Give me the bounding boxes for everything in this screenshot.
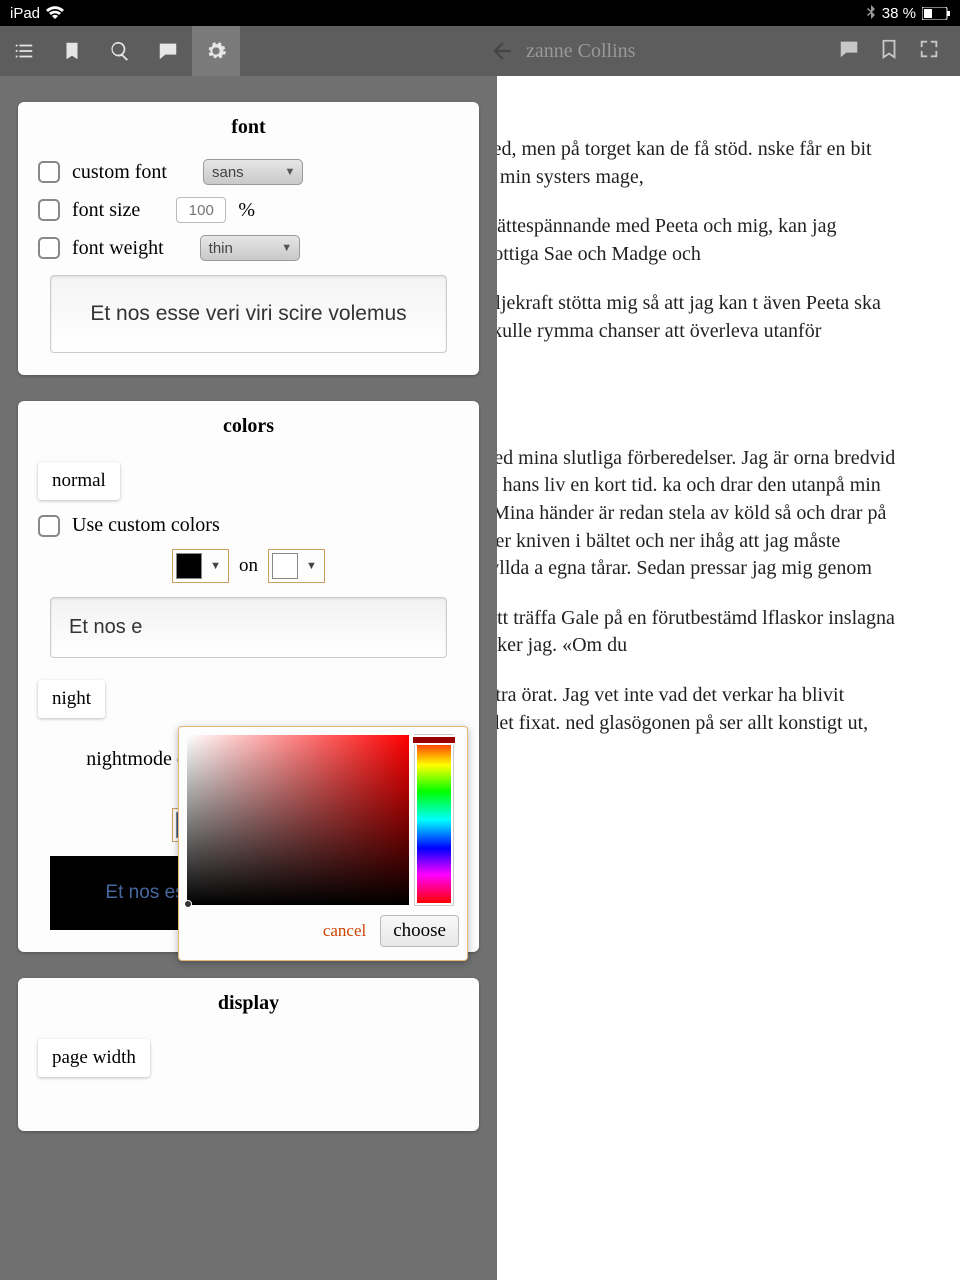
- page-width-chip[interactable]: page width: [38, 1039, 150, 1077]
- font-size-label: font size: [72, 199, 140, 222]
- author-label: zanne Collins: [526, 40, 635, 63]
- bookmark-outline-icon[interactable]: [878, 38, 900, 65]
- custom-colors-label: Use custom colors: [72, 514, 220, 537]
- wifi-icon: [46, 6, 64, 20]
- custom-font-label: custom font: [72, 161, 167, 184]
- font-title: font: [36, 116, 461, 139]
- toolbar: zanne Collins: [0, 26, 960, 76]
- font-card: font custom font sans ▼ font size % font…: [18, 102, 479, 375]
- cancel-button[interactable]: cancel: [323, 921, 366, 941]
- chevron-down-icon: ▼: [281, 242, 293, 254]
- search-button[interactable]: [96, 26, 144, 76]
- colors-title: colors: [36, 415, 461, 438]
- toc-button[interactable]: [0, 26, 48, 76]
- bg-swatch: [272, 553, 298, 579]
- choose-button[interactable]: choose: [380, 915, 459, 947]
- font-family-value: sans: [212, 164, 244, 181]
- on-label: on: [239, 555, 258, 577]
- annotations-icon[interactable]: [838, 38, 860, 65]
- font-size-checkbox[interactable]: [38, 199, 60, 221]
- comments-button[interactable]: [144, 26, 192, 76]
- display-card: display page width: [18, 978, 479, 1131]
- colors-preview: Et nos e: [50, 597, 447, 658]
- bg-color-select[interactable]: ▼: [268, 549, 325, 583]
- fg-color-select[interactable]: ▼: [172, 549, 229, 583]
- sv-gradient[interactable]: [187, 735, 409, 905]
- font-weight-value: thin: [209, 240, 233, 257]
- font-weight-checkbox[interactable]: [38, 237, 60, 259]
- settings-button[interactable]: [192, 26, 240, 76]
- custom-colors-checkbox[interactable]: [38, 515, 60, 537]
- font-size-input[interactable]: [176, 197, 226, 223]
- display-title: display: [36, 992, 461, 1015]
- chevron-down-icon: ▼: [302, 560, 321, 572]
- battery-percent: 38 %: [882, 5, 916, 22]
- fullscreen-icon[interactable]: [918, 38, 940, 65]
- bluetooth-icon: [866, 5, 876, 21]
- sv-handle[interactable]: [184, 900, 192, 908]
- bookmark-button[interactable]: [48, 26, 96, 76]
- status-left: iPad: [10, 5, 64, 22]
- settings-panel: font custom font sans ▼ font size % font…: [0, 76, 497, 1280]
- chevron-down-icon: ▼: [284, 166, 296, 178]
- hue-slider[interactable]: [415, 735, 453, 905]
- percent-label: %: [238, 199, 255, 222]
- battery-icon: [922, 7, 950, 20]
- font-preview: Et nos esse veri viri scire volemus: [50, 275, 447, 353]
- font-weight-label: font weight: [72, 237, 164, 260]
- chevron-down-icon: ▼: [206, 560, 225, 572]
- custom-font-checkbox[interactable]: [38, 161, 60, 183]
- device-label: iPad: [10, 5, 40, 22]
- fg-swatch: [176, 553, 202, 579]
- status-bar: iPad 38 %: [0, 0, 960, 26]
- color-picker: cancel choose: [178, 726, 468, 961]
- night-chip[interactable]: night: [38, 680, 105, 718]
- font-weight-select[interactable]: thin ▼: [200, 235, 300, 261]
- back-button[interactable]: [478, 26, 526, 76]
- font-family-select[interactable]: sans ▼: [203, 159, 303, 185]
- normal-chip[interactable]: normal: [38, 462, 120, 500]
- status-right: 38 %: [866, 5, 950, 22]
